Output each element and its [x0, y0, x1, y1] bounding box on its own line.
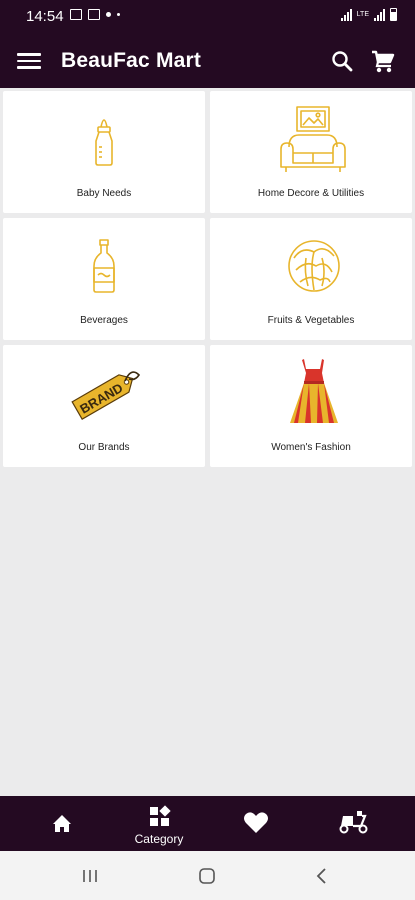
category-card-baby-needs[interactable]: Baby Needs [3, 91, 205, 213]
nav-wishlist[interactable] [216, 796, 296, 851]
category-label: Fruits & Vegetables [267, 315, 355, 326]
search-icon[interactable] [329, 48, 355, 74]
system-nav-bar [0, 851, 415, 900]
category-label: Home Decore & Utilities [257, 188, 365, 199]
home-button-icon[interactable] [187, 863, 227, 889]
category-label: Beverages [80, 315, 128, 326]
back-icon[interactable] [302, 863, 342, 889]
gallery-notification-icon [70, 9, 82, 20]
app-bar: BeauFac Mart [0, 34, 415, 88]
category-label: Women's Fashion [271, 442, 351, 453]
category-icon [150, 805, 171, 826]
signal-icon-2 [374, 8, 385, 21]
signal-icon [340, 8, 352, 21]
bottom-nav: Category [0, 796, 415, 851]
battery-icon [390, 8, 397, 21]
system-status-icons: LTE [340, 8, 397, 21]
recent-apps-icon[interactable] [70, 863, 110, 889]
scooter-icon [339, 811, 368, 834]
hamburger-menu-icon[interactable] [14, 47, 44, 75]
home-icon [53, 815, 71, 832]
status-time: 14:54 [26, 8, 64, 25]
notification-icons [70, 9, 120, 20]
heart-icon [244, 812, 268, 833]
sync-notification-icon [106, 12, 111, 17]
app-notification-icon [88, 9, 100, 20]
nav-category-label: Category [134, 832, 184, 846]
category-card-home-decore[interactable]: Home Decore & Utilities [210, 91, 412, 213]
category-card-womens-fashion[interactable]: Women's Fashion [210, 345, 412, 467]
more-notification-dot [117, 13, 120, 16]
nav-home[interactable] [22, 796, 102, 851]
shopping-cart-icon[interactable] [369, 47, 397, 75]
category-card-fruits-vegetables[interactable]: Fruits & Vegetables [210, 218, 412, 340]
status-bar: 14:54 LTE [0, 0, 415, 34]
category-label: Baby Needs [76, 188, 132, 199]
category-card-beverages[interactable]: Beverages [3, 218, 205, 340]
nav-category[interactable]: Category [119, 796, 199, 851]
category-label: Our Brands [78, 442, 130, 453]
network-type: LTE [356, 11, 369, 18]
category-card-our-brands[interactable]: BRAND Our Brands [3, 345, 205, 467]
nav-delivery[interactable] [313, 796, 393, 851]
app-title: BeauFac Mart [61, 49, 202, 72]
